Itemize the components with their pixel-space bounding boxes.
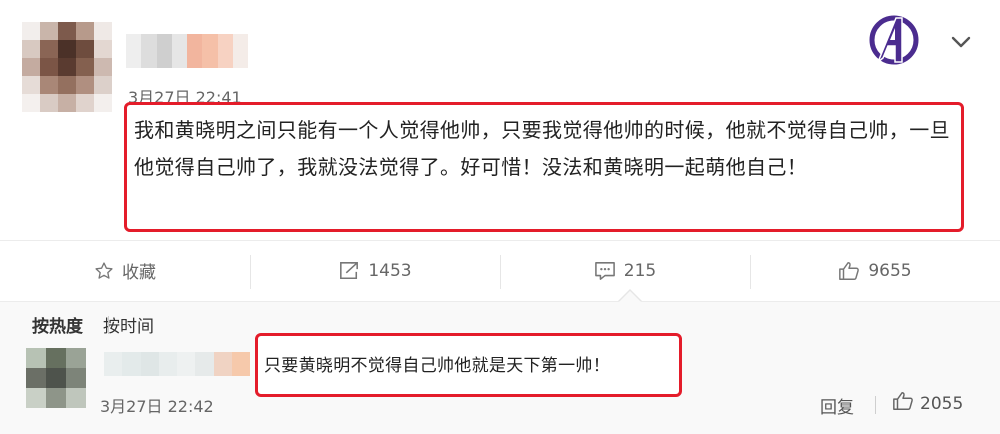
avatar-pixel [76, 40, 94, 58]
comment-sort-tabs: 按热度 按时间 [32, 312, 154, 337]
avatar-pixel [76, 94, 94, 112]
comment-count: 215 [623, 260, 657, 281]
comment-avatar-pixel [46, 348, 66, 368]
comment-username-pixel [195, 352, 214, 376]
avatar-pixel [40, 40, 58, 58]
avatar-pixel [76, 22, 94, 40]
comment-username-pixel [158, 352, 177, 376]
avatar-pixel [22, 58, 40, 76]
avatar-pixel [40, 22, 58, 40]
avatar[interactable] [22, 22, 112, 112]
comment-username-pixel [104, 352, 123, 376]
avatar-pixel [58, 40, 76, 58]
repost-button[interactable]: 1453 [250, 241, 500, 300]
username-pixel [126, 34, 142, 68]
avatar-pixel [58, 76, 76, 94]
avatar-pixel [94, 76, 112, 94]
avatar-pixel [76, 76, 94, 94]
comment-username-pixel [213, 352, 232, 376]
comment-like-button[interactable]: 2055 [892, 390, 963, 417]
comment-actions-divider [875, 396, 876, 414]
avatar-pixel [94, 22, 112, 40]
comment-icon [594, 261, 616, 281]
post-text: 我和黄晓明之间只能有一个人觉得他帅，只要我觉得他帅的时候，他就不觉得自己帅，一旦… [134, 118, 950, 179]
avatar-pixel [58, 94, 76, 112]
comment-avatar-pixel [66, 348, 86, 368]
comment-username-pixel [122, 352, 141, 376]
avatar-pixel [22, 76, 40, 94]
avatar-pixel [58, 58, 76, 76]
avatar-pixel [40, 94, 58, 112]
action-bar: 收藏 1453 215 9655 [0, 240, 1000, 300]
comment-like-count: 2055 [920, 393, 964, 414]
comment-avatar-pixel [26, 348, 46, 368]
comment-avatar-pixel [26, 388, 46, 408]
like-count: 9655 [868, 260, 912, 281]
comment-username-pixel [231, 352, 250, 376]
avatar-pixel [58, 22, 76, 40]
reply-button[interactable]: 回复 [820, 393, 854, 418]
comment-avatar-pixel [46, 368, 66, 388]
comment-avatar[interactable] [26, 348, 86, 408]
avatar-pixel [94, 58, 112, 76]
comment-username-pixel [177, 352, 196, 376]
username-pixel [232, 34, 248, 68]
avatar-pixel [22, 40, 40, 58]
username-pixel [217, 34, 233, 68]
username-pixel [156, 34, 172, 68]
sort-by-hot-tab[interactable]: 按热度 [32, 312, 83, 337]
avatar-pixel [40, 58, 58, 76]
username-pixel [202, 34, 218, 68]
username-pixel [141, 34, 157, 68]
like-button[interactable]: 9655 [750, 241, 1000, 300]
username-blurred[interactable] [126, 34, 248, 68]
avatar-pixel [94, 40, 112, 58]
comment-username-pixel [140, 352, 159, 376]
comment-text: 只要黄晓明不觉得自己帅他就是天下第一帅！ [264, 356, 610, 376]
comment-avatar-pixel [66, 368, 86, 388]
avatar-pixel [22, 22, 40, 40]
avatar-pixel [76, 58, 94, 76]
comment-avatar-pixel [46, 388, 66, 408]
avengers-logo-icon [866, 12, 922, 68]
avatar-pixel [40, 76, 58, 94]
avatar-pixel [22, 94, 40, 112]
star-icon [94, 261, 114, 281]
sort-by-time-tab[interactable]: 按时间 [103, 312, 154, 337]
comment-username-blurred[interactable] [104, 352, 250, 376]
avatar-pixel [94, 94, 112, 112]
thumbs-up-icon [892, 390, 914, 417]
comment-avatar-pixel [66, 388, 86, 408]
thumbs-up-icon [838, 260, 860, 282]
favorite-button[interactable]: 收藏 [0, 241, 250, 300]
comment-timestamp: 3月27日 22:42 [100, 397, 214, 416]
repost-count: 1453 [368, 260, 412, 281]
username-pixel [171, 34, 187, 68]
sort-divider [108, 316, 109, 334]
share-icon [338, 261, 360, 281]
username-pixel [187, 34, 203, 68]
favorite-label: 收藏 [122, 263, 156, 283]
comment-avatar-pixel [26, 368, 46, 388]
chevron-down-icon[interactable] [944, 30, 978, 54]
